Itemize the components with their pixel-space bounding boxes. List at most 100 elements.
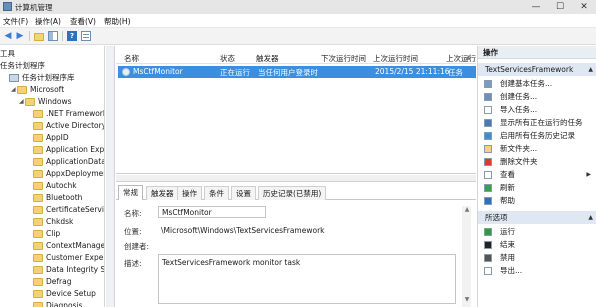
collapse-arrow-icon[interactable]: ▲ xyxy=(588,211,593,224)
action-item[interactable]: 运行 xyxy=(478,225,596,238)
tree-item-label: Customer Experi xyxy=(46,253,105,262)
action-item[interactable]: 禁用 xyxy=(478,251,596,264)
action-item[interactable]: 导出... xyxy=(478,264,596,277)
tab-conditions[interactable]: 条件 xyxy=(204,186,229,200)
tree-item-label: Application Expe xyxy=(46,145,105,154)
task-status-cell: 正在运行 xyxy=(220,68,250,77)
back-arrow-icon[interactable]: ◀ xyxy=(2,30,14,42)
action-item-label: 创建任务... xyxy=(500,92,538,101)
task-name-cell: MsCtfMonitor xyxy=(133,67,183,76)
tree-item-label: Autochk xyxy=(46,181,77,190)
action-item[interactable]: 查看 ▶ xyxy=(478,168,596,181)
delete-folder-icon xyxy=(484,158,492,166)
scroll-down-arrow-icon[interactable]: ▼ xyxy=(463,296,471,304)
scroll-up-arrow-icon[interactable]: ▲ xyxy=(466,54,474,62)
column-header-next-run[interactable]: 下次运行时间 xyxy=(321,53,366,64)
column-header-name[interactable]: 名称 xyxy=(124,53,139,64)
task-last-run-cell: 2015/2/15 21:11:16 xyxy=(375,67,450,76)
action-item[interactable]: 显示所有正在运行的任务 xyxy=(478,116,596,129)
folder-icon xyxy=(33,242,43,250)
action-item[interactable]: 结束 xyxy=(478,238,596,251)
expand-arrow-icon[interactable]: ◢ xyxy=(19,96,24,108)
details-scrollbar[interactable] xyxy=(462,206,471,307)
menu-action[interactable]: 操作(A) xyxy=(35,16,61,27)
tree-item-label: 任务计划程序 xyxy=(0,61,45,70)
maximize-button[interactable]: ☐ xyxy=(548,0,572,14)
actions-section-selected-item[interactable]: 所选项 ▲ xyxy=(478,211,596,224)
title-bar: 计算机管理 — ☐ ✕ xyxy=(0,0,596,14)
tab-triggers[interactable]: 触发器 xyxy=(146,186,179,200)
action-item[interactable]: 创建任务... xyxy=(478,90,596,103)
history-icon xyxy=(484,132,492,140)
tree-item-label: AppID xyxy=(46,133,69,142)
task-description-field[interactable]: TextServicesFramework monitor task xyxy=(158,254,456,304)
task-location-value: \Microsoft\Windows\TextServicesFramework xyxy=(161,226,325,235)
tree-item-label: Active Directory xyxy=(46,121,105,130)
column-header-last-run[interactable]: 上次运行时间 xyxy=(373,53,418,64)
action-item[interactable]: 新文件夹... xyxy=(478,142,596,155)
pane-splitter[interactable] xyxy=(116,175,476,182)
folder-icon xyxy=(33,110,43,118)
column-header-status[interactable]: 状态 xyxy=(220,53,235,64)
action-item-label: 运行 xyxy=(500,227,515,236)
action-item-label: 删除文件夹 xyxy=(500,157,538,166)
forward-arrow-icon[interactable]: ▶ xyxy=(14,30,26,42)
show-hide-tree-icon[interactable] xyxy=(47,30,59,42)
menu-bar: 文件(F) 操作(A) 查看(V) 帮助(H) xyxy=(0,14,596,28)
import-task-icon xyxy=(484,106,492,114)
run-icon xyxy=(484,228,492,236)
help-icon[interactable]: ? xyxy=(66,30,78,42)
pane-splitter[interactable] xyxy=(106,46,115,307)
tree-item-label: Defrag xyxy=(46,277,72,286)
action-item-label: 刷新 xyxy=(500,183,515,192)
expand-arrow-icon[interactable]: ◢ xyxy=(11,84,16,96)
task-last-result-cell: 任务 xyxy=(448,68,463,77)
folder-icon xyxy=(33,254,43,262)
minimize-button[interactable]: — xyxy=(524,0,548,14)
tree-item-label: Windows xyxy=(38,97,72,106)
tree-item-label: ContextManager xyxy=(46,241,105,250)
action-item[interactable]: 帮助 xyxy=(478,194,596,207)
task-name-field[interactable]: MsCtfMonitor xyxy=(158,206,266,218)
folder-icon xyxy=(33,278,43,286)
tree-item-label: 工具 xyxy=(0,49,15,58)
task-trigger-cell: 当任何用户登录时 xyxy=(258,68,318,77)
action-item[interactable]: 刷新 xyxy=(478,181,596,194)
tab-actions[interactable]: 操作 xyxy=(177,186,202,200)
create-basic-task-icon xyxy=(484,80,492,88)
tab-history[interactable]: 历史记录(已禁用) xyxy=(258,186,327,200)
tab-settings[interactable]: 设置 xyxy=(231,186,256,200)
action-item[interactable]: 创建基本任务... xyxy=(478,77,596,90)
folder-icon xyxy=(17,86,27,94)
table-row[interactable]: MsCtfMonitor 正在运行 当任何用户登录时 2015/2/15 21:… xyxy=(118,66,476,78)
scroll-up-arrow-icon[interactable]: ▲ xyxy=(463,206,471,214)
task-name-value: MsCtfMonitor xyxy=(162,208,212,217)
menu-help[interactable]: 帮助(H) xyxy=(104,16,131,27)
actions-section-textservicesframework[interactable]: TextServicesFramework ▲ xyxy=(478,63,596,76)
tree-item-label: .NET Framework xyxy=(46,109,105,118)
menu-view[interactable]: 查看(V) xyxy=(70,16,96,27)
action-item[interactable]: 删除文件夹 xyxy=(478,155,596,168)
task-list: 名称 状态 触发器 下次运行时间 上次运行时间 上次运行 ▲ ▼ MsCtfMo… xyxy=(116,46,476,174)
action-item-label: 创建基本任务... xyxy=(500,79,553,88)
task-name-label: 名称: xyxy=(124,209,142,218)
folder-icon xyxy=(33,194,43,202)
tree-item-label: Bluetooth xyxy=(46,193,83,202)
folder-icon xyxy=(33,170,43,178)
tab-general[interactable]: 常规 xyxy=(118,185,143,200)
action-item[interactable]: 启用所有任务历史记录 xyxy=(478,129,596,142)
collapse-arrow-icon[interactable]: ▲ xyxy=(588,63,593,76)
column-header-trigger[interactable]: 触发器 xyxy=(256,53,279,64)
task-location-label: 位置: xyxy=(124,227,142,236)
tree-item-label: ApplicationData xyxy=(46,157,105,166)
close-button[interactable]: ✕ xyxy=(572,0,596,14)
menu-file[interactable]: 文件(F) xyxy=(3,16,28,27)
action-item[interactable]: 导入任务... xyxy=(478,103,596,116)
folder-icon xyxy=(25,98,35,106)
tree-item-label: 任务计划程序库 xyxy=(22,73,75,82)
actions-section-title: TextServicesFramework xyxy=(485,65,574,74)
folder-icon xyxy=(33,266,43,274)
tree-item-label: Chkdsk xyxy=(46,217,74,226)
up-folder-icon[interactable] xyxy=(33,30,45,42)
properties-icon[interactable] xyxy=(80,30,92,42)
